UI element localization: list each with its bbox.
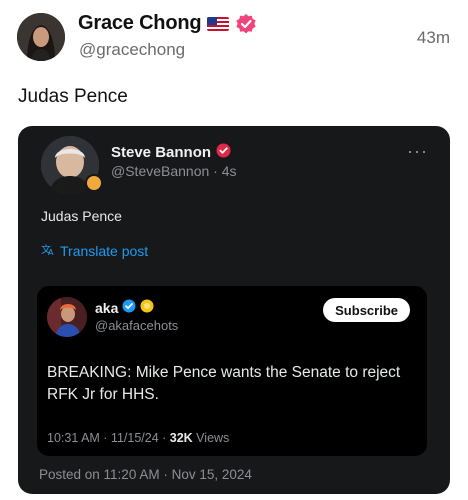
subscribe-button[interactable]: Subscribe (323, 298, 410, 322)
verified-badge-icon (235, 13, 257, 35)
author-name-row: Grace Chong (78, 12, 257, 35)
author-handle[interactable]: @gracechong (79, 40, 185, 60)
quoted-post-text: BREAKING: Mike Pence wants the Senate to… (47, 364, 401, 403)
embed-post-text: Judas Pence (41, 208, 122, 224)
quoted-post-meta: 10:31 AM · 11/15/24 · 32K Views (47, 431, 229, 445)
views-label: Views (192, 431, 230, 445)
author-avatar[interactable] (17, 13, 65, 61)
views-count: 32K (169, 431, 193, 445)
quoted-post[interactable]: aka @akafacehots Subscribe BREAKING: Mik… (37, 286, 427, 456)
post-text: Judas Pence (18, 86, 128, 107)
quoted-author-name[interactable]: aka (95, 300, 118, 316)
translate-icon: 文 A (41, 243, 55, 259)
affiliate-badge-icon (85, 174, 103, 192)
posted-on-timestamp: Posted on 11:20 AM · Nov 15, 2024 (39, 467, 252, 482)
embed-author-name-row: Steve Bannon (111, 143, 231, 162)
quoted-author-handle[interactable]: @akafacehots (95, 318, 178, 333)
quoted-post-time: 10:31 AM · 11/15/24 · (47, 431, 170, 445)
translate-label[interactable]: Translate post (60, 243, 148, 259)
author-name[interactable]: Grace Chong (78, 12, 202, 35)
verified-badge-icon (216, 143, 231, 162)
us-flag-icon (207, 16, 230, 31)
social-post: Grace Chong @gracechong 43m Judas Pence (0, 0, 468, 500)
verified-badge-icon (122, 299, 136, 316)
embed-author-name[interactable]: Steve Bannon (111, 144, 211, 161)
post-time: 43m (416, 28, 450, 47)
translate-post-link[interactable]: 文 A Translate post (41, 243, 148, 259)
embedded-post-card[interactable]: Steve Bannon @SteveBannon · 4s ··· Judas… (18, 126, 450, 494)
quoted-author-name-row: aka (95, 299, 154, 316)
svg-text:A: A (48, 248, 54, 256)
embed-author-handle[interactable]: @SteveBannon · 4s (111, 163, 237, 179)
quoted-author-avatar[interactable] (47, 297, 87, 337)
gold-badge-icon (140, 299, 154, 316)
more-options-icon[interactable]: ··· (407, 141, 428, 162)
